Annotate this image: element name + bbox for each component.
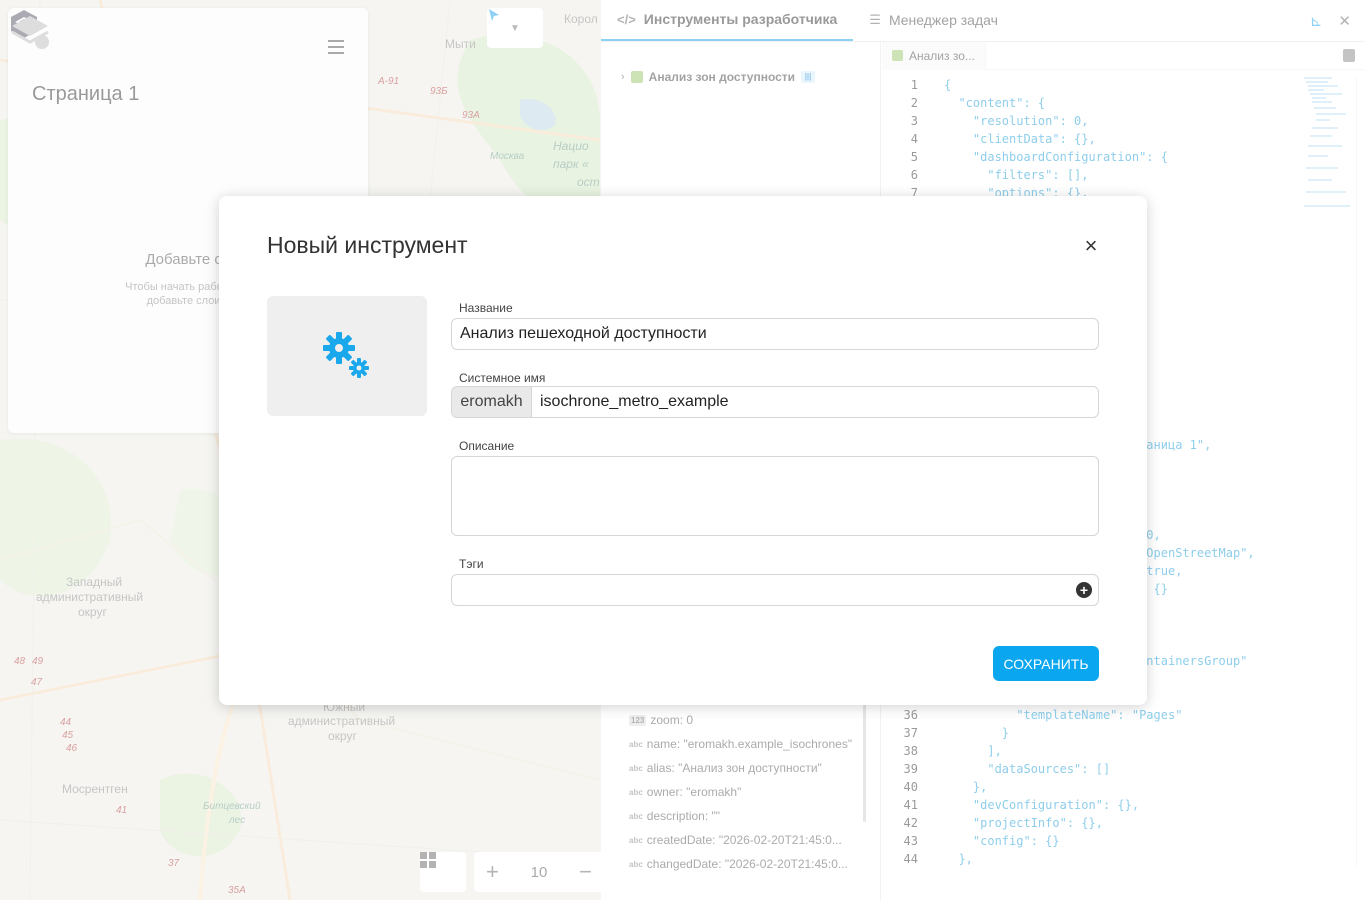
system-name-prefix: eromakh [452, 387, 532, 417]
gears-icon [323, 332, 369, 378]
add-tag-icon[interactable]: + [1076, 582, 1092, 598]
save-button[interactable]: СОХРАНИТЬ [993, 646, 1099, 681]
tags-label: Тэги [459, 557, 484, 571]
system-name-input[interactable]: isochrone_metro_example [532, 393, 729, 411]
name-input-value: Анализ пешеходной доступности [460, 325, 707, 342]
new-tool-dialog: Новый инструмент × Название Анализ пешех… [219, 196, 1147, 705]
tool-icon-picker[interactable] [267, 296, 427, 416]
app-root: Мыти Корол Нацио парк « ост Западный адм… [0, 0, 1365, 900]
tags-input[interactable]: + [451, 574, 1099, 606]
name-input[interactable]: Анализ пешеходной доступности [451, 318, 1099, 350]
name-label: Название [459, 301, 513, 315]
description-textarea[interactable] [451, 456, 1099, 536]
system-name-field[interactable]: eromakh isochrone_metro_example [451, 386, 1099, 418]
system-name-label: Системное имя [459, 371, 546, 385]
description-label: Описание [459, 439, 515, 453]
close-button[interactable]: × [1081, 235, 1101, 257]
dialog-title: Новый инструмент [267, 232, 468, 258]
